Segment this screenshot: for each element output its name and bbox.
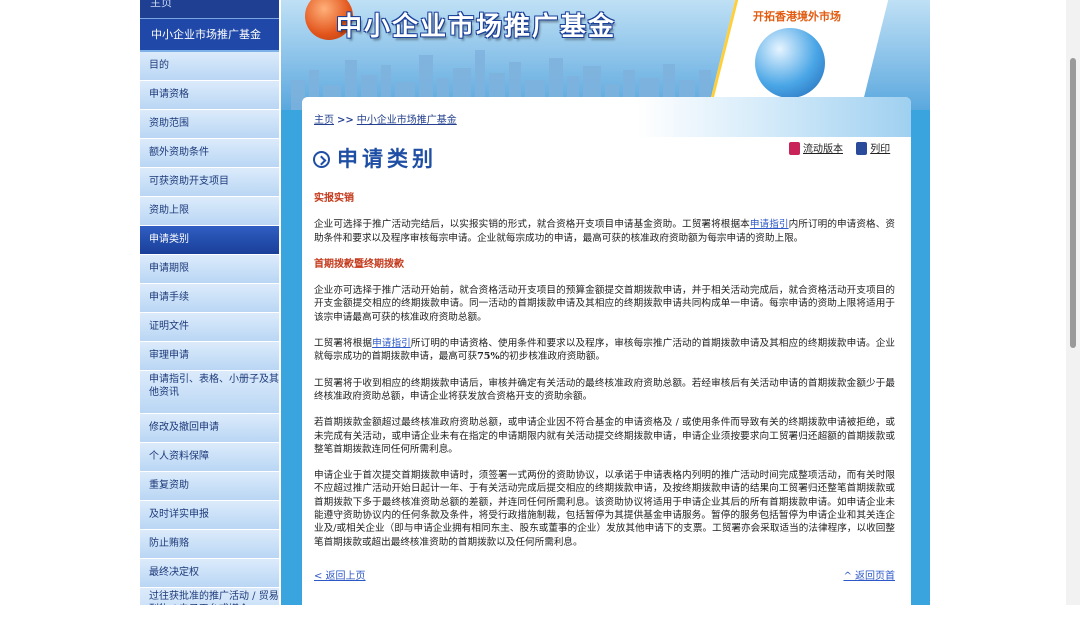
back-links: < 返回上页 ^ 返回页首 [314, 567, 895, 582]
mobile-version-button[interactable]: 流动版本 [789, 140, 843, 155]
paragraph-initial-final: 企业亦可选择于推广活动开始前，就合资格活动开支项目的预算金额提交首期拨款申请，并… [314, 285, 895, 323]
sidebar-item-scope[interactable]: 资助范围 [140, 110, 279, 139]
paragraph-final-review: 工贸署将于收到相应的终期拨款申请后，审核并确定有关活动的最终核准政府资助总额。若… [314, 377, 895, 402]
text-segment: 企业可选择于推广活动完结后，以实报实销的形式，就合资格开支项目申请基金资助。工贸… [314, 219, 750, 231]
back-top-link[interactable]: ^ 返回页首 [843, 567, 895, 582]
sidebar-item-guides-forms[interactable]: 申请指引、表格、小册子及其他资讯 [140, 371, 279, 414]
sidebar-item-funding-ceiling[interactable]: 资助上限 [140, 197, 279, 226]
page-tools: 流动版本 列印 [789, 140, 900, 155]
guide-link-2[interactable]: 申请指引 [372, 338, 411, 349]
sidebar-section-header[interactable]: 中小企业市场推广基金 [140, 19, 279, 52]
sidebar-item-documents[interactable]: 证明文件 [140, 313, 279, 342]
print-button[interactable]: 列印 [856, 140, 890, 155]
guide-link-1[interactable]: 申请指引 [750, 219, 789, 230]
sidebar-item-processing[interactable]: 审理申请 [140, 342, 279, 371]
page-scrollbar[interactable] [1066, 0, 1080, 605]
percent-value: 75% [477, 351, 500, 363]
breadcrumb-current-link[interactable]: 中小企业市场推广基金 [357, 115, 457, 126]
globe-icon [755, 28, 825, 98]
sidebar-item-application-types[interactable]: 申请类别 [140, 226, 279, 255]
page-title-text: 申请类别 [337, 147, 437, 171]
sidebar-item-home[interactable]: 主页 [140, 0, 279, 19]
mobile-version-label: 流动版本 [803, 144, 843, 155]
article-content: 实报实销 企业可选择于推广活动完结后，以实报实销的形式，就合资格开支项目申请基金… [314, 192, 895, 562]
sidebar-item-declaration[interactable]: 及时详实申报 [140, 501, 279, 530]
circle-arrow-right-icon [313, 151, 330, 168]
print-label: 列印 [870, 144, 891, 155]
sidebar-item-application-period[interactable]: 申请期限 [140, 255, 279, 284]
breadcrumb-separator: >> [337, 115, 354, 126]
sidebar-item-final-decision[interactable]: 最终决定权 [140, 559, 279, 588]
paragraph-reimbursement: 企业可选择于推广活动完结后，以实报实销的形式，就合资格开支项目申请基金资助。工贸… [314, 218, 895, 245]
left-sidebar-nav: 主页 中小企业市场推广基金 目的 申请资格 资助范围 额外资助条件 可获资助开支… [140, 0, 279, 605]
intl-market-text: 开拓香港境外市场 [753, 10, 841, 23]
text-segment: 工贸署将根据 [314, 338, 373, 350]
sidebar-item-extra-conditions[interactable]: 额外资助条件 [140, 139, 279, 168]
back-previous-link[interactable]: < 返回上页 [314, 571, 366, 582]
sidebar-item-expenses[interactable]: 可获资助开支项目 [140, 168, 279, 197]
scrollbar-thumb[interactable] [1070, 58, 1076, 348]
sidebar-item-anti-bribery[interactable]: 防止贿赂 [140, 530, 279, 559]
section-heading-reimbursement: 实报实销 [314, 193, 354, 204]
breadcrumb: 主页 >> 中小企业市场推广基金 [314, 111, 457, 126]
text-segment: 的初步核准政府资助额。 [499, 351, 606, 363]
breadcrumb-home-link[interactable]: 主页 [314, 115, 334, 126]
sidebar-item-procedures[interactable]: 申请手续 [140, 284, 279, 313]
sidebar-item-past-approved[interactable]: 过往获批准的推广活动 / 贸易刊物 / 电子平台或媒介 [140, 588, 279, 605]
sidebar-item-privacy[interactable]: 个人资料保障 [140, 443, 279, 472]
sidebar-item-duplicate-funding[interactable]: 重复资助 [140, 472, 279, 501]
sidebar-item-purpose[interactable]: 目的 [140, 52, 279, 81]
banner: 中小企业市场推广基金 开拓香港境外市场 [281, 0, 930, 110]
page-title: 申请类别 [313, 143, 437, 173]
mobile-phone-icon [789, 142, 800, 155]
sidebar-item-amend-withdraw[interactable]: 修改及撤回申请 [140, 414, 279, 443]
paragraph-review: 工贸署将根据申请指引所订明的申请资格、使用条件和要求以及程序，审核每宗推广活动的… [314, 337, 895, 364]
printer-icon [856, 142, 868, 155]
banner-title: 中小企业市场推广基金 [336, 12, 617, 42]
paragraph-refund: 若首期拨款金额超过最终核准政府资助总额，或申请企业因不符合基金的申请资格及 / … [314, 417, 895, 455]
paragraph-agreement: 申请企业于首次提交首期拨款申请时，须签署一式两份的资助协议，以承诺于申请表格内列… [314, 470, 895, 548]
sidebar-item-eligibility[interactable]: 申请资格 [140, 81, 279, 110]
section-heading-initial-final: 首期拨款暨终期拨款 [314, 258, 404, 270]
